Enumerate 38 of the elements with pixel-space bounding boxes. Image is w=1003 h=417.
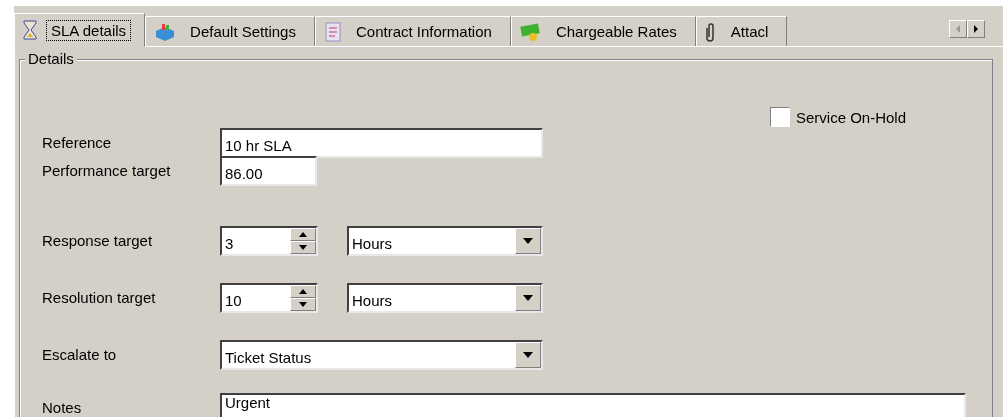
- field-label: Reference: [42, 133, 113, 151]
- reference-field[interactable]: 10 hr SLA: [220, 128, 543, 158]
- unit-dropdown[interactable]: Hours: [347, 226, 543, 256]
- field-label: Resolution target: [42, 288, 157, 306]
- field-label: Response target: [42, 231, 154, 249]
- box-icon: [154, 21, 177, 42]
- checkbox[interactable]: [770, 107, 790, 127]
- notes-field[interactable]: Urgent: [220, 393, 966, 417]
- paperclip-icon: [704, 21, 717, 42]
- tab[interactable]: Contract Information: [314, 16, 511, 46]
- document-icon: [323, 21, 342, 42]
- field-label: Performance target: [42, 161, 172, 179]
- unit-dropdown[interactable]: Hours: [347, 283, 543, 313]
- field-label: Escalate to: [42, 345, 118, 363]
- down-arrow-icon: [299, 302, 307, 307]
- group-title: Details: [25, 50, 77, 67]
- spin-field[interactable]: 10: [220, 283, 318, 313]
- up-arrow-icon: [299, 232, 307, 237]
- down-arrow-icon: [299, 245, 307, 250]
- tab[interactable]: Chargeable Rates: [510, 16, 696, 46]
- escalate-dropdown[interactable]: Ticket Status: [220, 340, 543, 370]
- spin-field[interactable]: 3: [220, 226, 318, 256]
- scroll-right-button[interactable]: [967, 20, 985, 38]
- money-icon: [519, 21, 542, 42]
- dropdown-arrow-icon: [523, 295, 533, 301]
- performance-field[interactable]: 86.00: [220, 156, 317, 186]
- tab[interactable]: SLA details: [14, 13, 146, 47]
- scroll-left-button[interactable]: [949, 20, 967, 38]
- field-label: Notes: [42, 398, 83, 416]
- dropdown-arrow-icon: [523, 352, 533, 358]
- left-arrow-icon: [955, 25, 961, 33]
- checkbox-label: Service On-Hold: [796, 108, 907, 126]
- hourglass-icon: [23, 20, 37, 40]
- tab[interactable]: Attacl: [695, 16, 788, 46]
- tab[interactable]: Default Settings: [145, 16, 315, 46]
- right-arrow-icon: [973, 25, 979, 33]
- dropdown-arrow-icon: [523, 238, 533, 244]
- up-arrow-icon: [299, 289, 307, 294]
